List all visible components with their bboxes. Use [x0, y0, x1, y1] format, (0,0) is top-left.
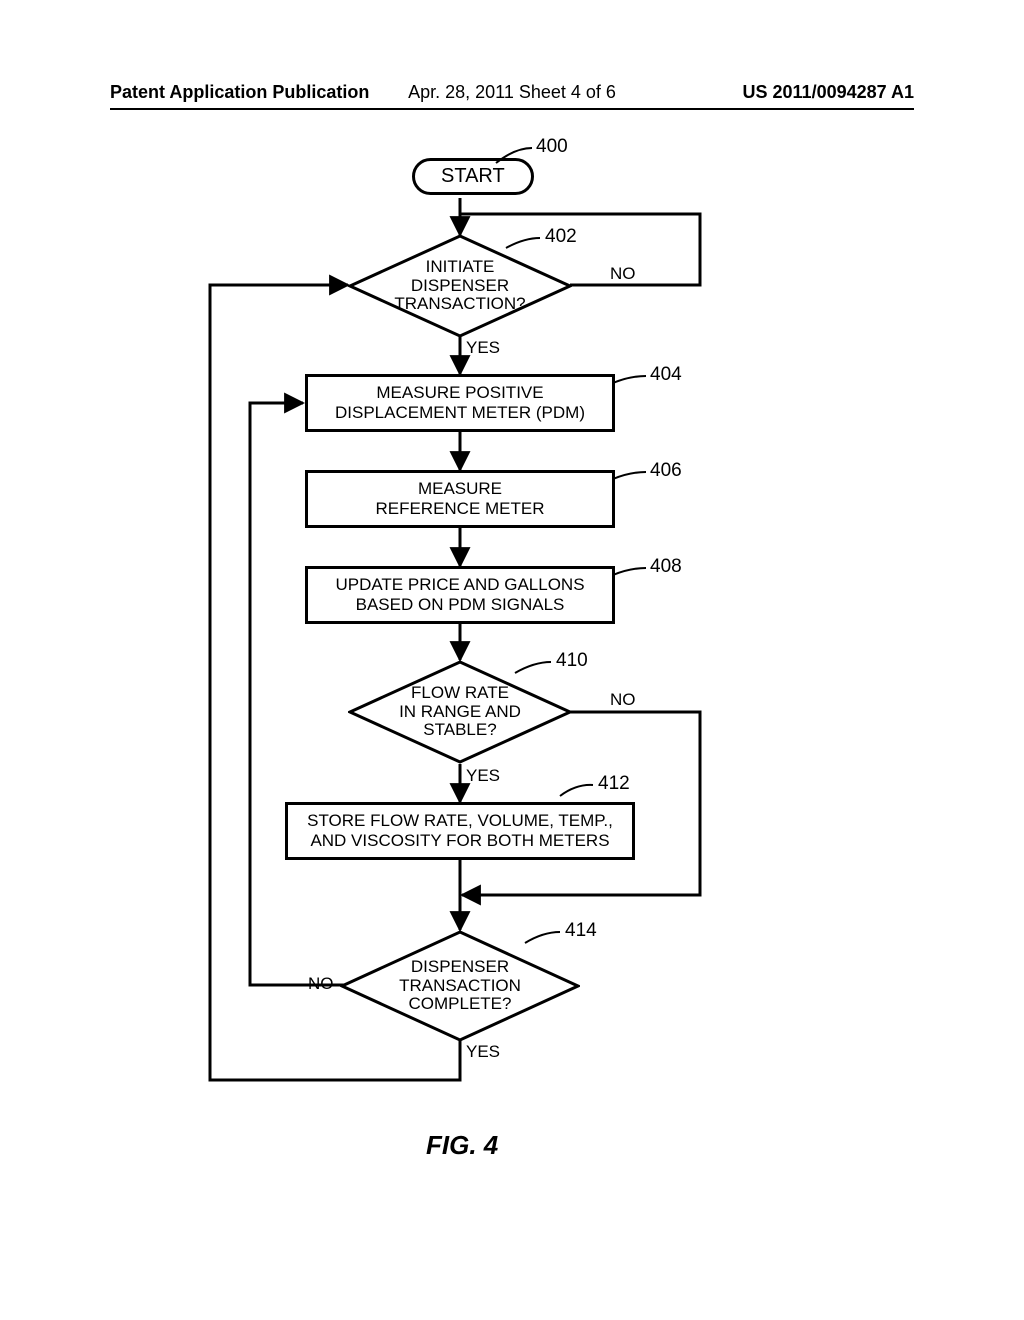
ref-400: 400: [536, 136, 568, 158]
process-measure-pdm: MEASURE POSITIVEDISPLACEMENT METER (PDM): [305, 374, 615, 432]
decision-initiate-label: INITIATEDISPENSERTRANSACTION?: [348, 234, 572, 338]
decision-flowrate: FLOW RATEIN RANGE ANDSTABLE?: [348, 660, 572, 764]
ref-404: 404: [650, 364, 682, 386]
p3-label: UPDATE PRICE AND GALLONSBASED ON PDM SIG…: [335, 575, 584, 614]
decision-flowrate-label: FLOW RATEIN RANGE ANDSTABLE?: [348, 660, 572, 764]
p2-label: MEASUREREFERENCE METER: [375, 479, 544, 518]
ref-402: 402: [545, 226, 577, 248]
header-rule: [110, 108, 914, 110]
p4-label: STORE FLOW RATE, VOLUME, TEMP.,AND VISCO…: [307, 811, 613, 850]
header-left: Patent Application Publication: [110, 82, 378, 103]
process-update-price: UPDATE PRICE AND GALLONSBASED ON PDM SIG…: [305, 566, 615, 624]
ref-412: 412: [598, 773, 630, 795]
d1-yes-label: YES: [466, 338, 500, 358]
header-right: US 2011/0094287 A1: [646, 82, 914, 103]
decision-initiate: INITIATEDISPENSERTRANSACTION?: [348, 234, 572, 338]
ref-414: 414: [565, 920, 597, 942]
ref-410: 410: [556, 650, 588, 672]
flowchart-canvas: START 400 INITIATEDISPENSERTRANSACTION? …: [0, 130, 1024, 1210]
start-node: START: [412, 158, 534, 195]
process-store-flowrate: STORE FLOW RATE, VOLUME, TEMP.,AND VISCO…: [285, 802, 635, 860]
d3-no-label: NO: [308, 974, 334, 994]
p1-label: MEASURE POSITIVEDISPLACEMENT METER (PDM): [335, 383, 585, 422]
ref-406: 406: [650, 460, 682, 482]
d2-yes-label: YES: [466, 766, 500, 786]
decision-complete-label: DISPENSERTRANSACTIONCOMPLETE?: [340, 930, 580, 1042]
page-header: Patent Application Publication Apr. 28, …: [0, 82, 1024, 107]
d1-no-label: NO: [610, 264, 636, 284]
d2-no-label: NO: [610, 690, 636, 710]
process-measure-reference: MEASUREREFERENCE METER: [305, 470, 615, 528]
ref-408: 408: [650, 556, 682, 578]
d3-yes-label: YES: [466, 1042, 500, 1062]
header-center: Apr. 28, 2011 Sheet 4 of 6: [378, 82, 646, 103]
figure-caption: FIG. 4: [426, 1130, 498, 1161]
decision-complete: DISPENSERTRANSACTIONCOMPLETE?: [340, 930, 580, 1042]
start-label: START: [441, 165, 505, 188]
